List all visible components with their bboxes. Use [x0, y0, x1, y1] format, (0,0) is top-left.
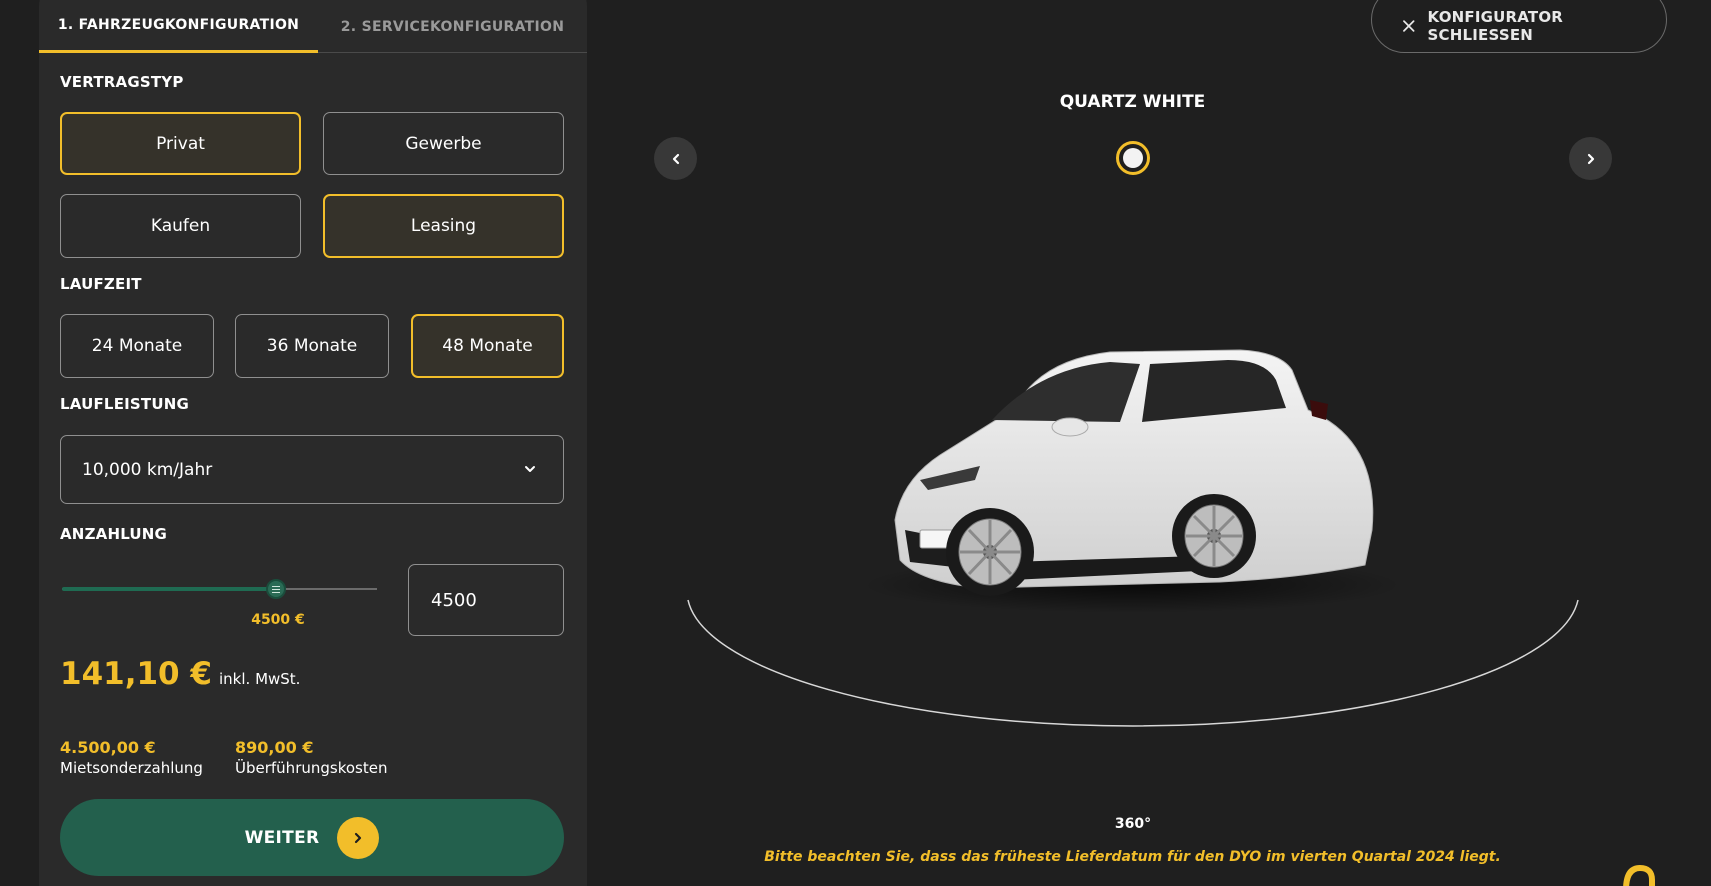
down-payment-heading: ANZAHLUNG: [60, 525, 168, 543]
down-payment-slider[interactable]: [62, 579, 377, 599]
fee-value: 4.500,00 €: [60, 738, 156, 757]
monthly-price: 141,10 € inkl. MwSt.: [60, 656, 300, 692]
option-leasing[interactable]: Leasing: [323, 194, 564, 258]
option-privat[interactable]: Privat: [60, 112, 301, 175]
rotate-360-label: 360°: [1114, 816, 1152, 832]
option-gewerbe[interactable]: Gewerbe: [323, 112, 564, 175]
term-heading: LAUFZEIT: [60, 275, 142, 293]
down-payment-input[interactable]: 4500: [408, 564, 564, 636]
fee-label: Überführungskosten: [235, 759, 388, 777]
fee-special-payment: 4.500,00 € Mietsonderzahlung: [60, 738, 203, 777]
delivery-notice: Bitte beachten Sie, dass das früheste Li…: [764, 849, 1501, 865]
previous-color-button[interactable]: [654, 137, 697, 180]
close-icon: [1403, 19, 1415, 32]
next-button[interactable]: WEITER: [60, 799, 564, 876]
option-24-months[interactable]: 24 Monate: [60, 314, 214, 378]
contract-type-heading: VERTRAGSTYP: [60, 73, 184, 91]
price-tax-note: inkl. MwSt.: [219, 670, 301, 688]
next-color-button[interactable]: [1569, 137, 1612, 180]
fee-value: 890,00 €: [235, 738, 314, 757]
slider-fill: [62, 587, 277, 591]
turntable-ring: [687, 599, 1579, 727]
close-configurator-label: KONFIGURATOR SCHLIESSEN: [1427, 7, 1564, 44]
chat-widget-icon[interactable]: [1618, 860, 1668, 886]
color-name: QUARTZ WHITE: [1059, 92, 1206, 112]
option-36-months[interactable]: 36 Monate: [235, 314, 389, 378]
mileage-heading: LAUFLEISTUNG: [60, 395, 189, 413]
option-48-months[interactable]: 48 Monate: [411, 314, 564, 378]
fee-label: Mietsonderzahlung: [60, 759, 203, 777]
color-swatch-quartz-white[interactable]: [1116, 141, 1150, 175]
tab-service-configuration[interactable]: 2. SERVICEKONFIGURATION: [318, 0, 587, 53]
chevron-down-icon: [525, 466, 535, 472]
step-tabs: 1. FAHRZEUGKONFIGURATION 2. SERVICEKONFI…: [39, 0, 587, 53]
chevron-right-icon: [1587, 153, 1594, 164]
fee-transfer-costs: 890,00 € Überführungskosten: [235, 738, 387, 777]
next-button-label: WEITER: [244, 827, 320, 848]
slider-value-label: 4500 €: [251, 612, 305, 628]
tab-vehicle-configuration[interactable]: 1. FAHRZEUGKONFIGURATION: [39, 0, 318, 53]
car-360-viewer[interactable]: [680, 330, 1580, 750]
chevron-right-icon: [337, 816, 380, 859]
close-configurator-button[interactable]: KONFIGURATOR SCHLIESSEN: [1371, 0, 1667, 53]
price-amount: 141,10 €: [60, 656, 212, 692]
rear-wheel: [1172, 494, 1256, 578]
chevron-left-icon: [672, 153, 679, 164]
car-image: [894, 349, 1374, 596]
option-kaufen[interactable]: Kaufen: [60, 194, 301, 258]
front-wheel: [946, 508, 1034, 596]
mileage-select[interactable]: 10,000 km/Jahr: [60, 435, 564, 504]
mileage-select-value: 10,000 km/Jahr: [82, 459, 213, 480]
